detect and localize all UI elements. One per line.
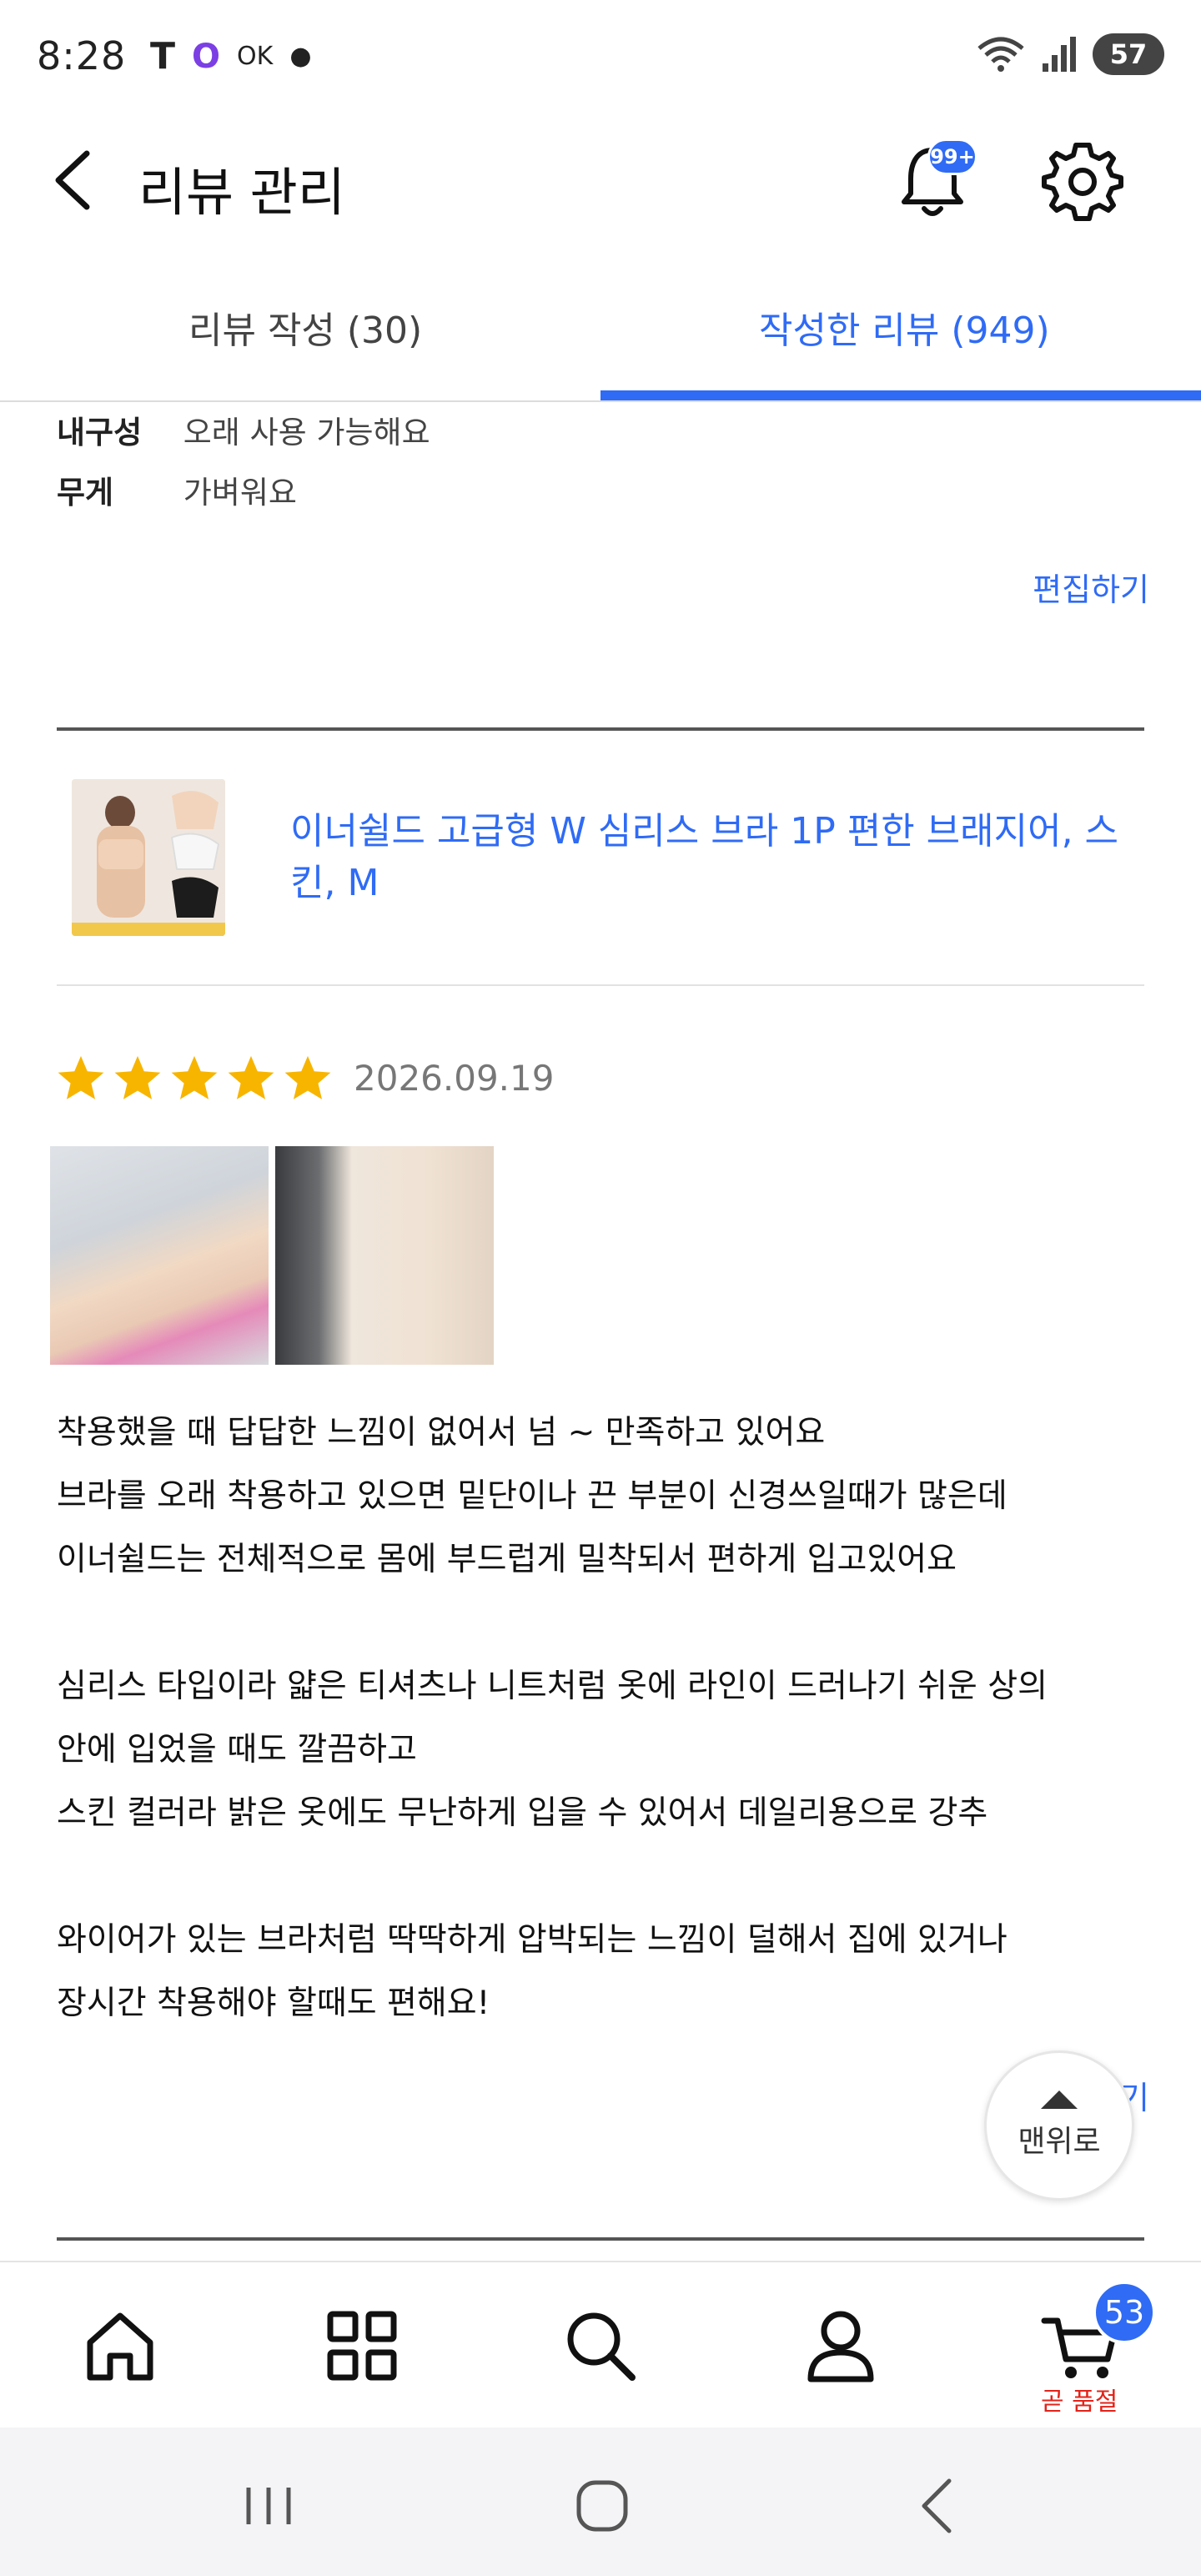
home-icon[interactable] bbox=[78, 2304, 162, 2387]
product-image-illustration bbox=[72, 779, 225, 936]
category-grid-icon[interactable] bbox=[320, 2304, 404, 2387]
attribute-row: 내구성 오래 사용 가능해요 bbox=[57, 407, 430, 452]
ok-app-icon: OK bbox=[237, 42, 274, 71]
bottom-navigation bbox=[0, 2261, 1201, 2428]
edit-review-link[interactable]: 편집하기 bbox=[1033, 564, 1149, 610]
tab-write-review[interactable]: 리뷰 작성 (30) bbox=[188, 300, 422, 354]
system-navigation-bar bbox=[0, 2428, 1201, 2576]
app-header: 리뷰 관리 bbox=[0, 125, 1201, 234]
back-arrow-icon[interactable] bbox=[47, 147, 100, 214]
cart-count-badge: 53 bbox=[1093, 2281, 1156, 2344]
gear-icon[interactable] bbox=[1041, 140, 1124, 224]
attribute-row: 무게 가벼워요 bbox=[57, 467, 297, 512]
active-tab-indicator bbox=[600, 390, 1201, 400]
search-icon[interactable] bbox=[559, 2304, 642, 2387]
home-button-icon[interactable] bbox=[569, 2473, 636, 2539]
attribute-label: 무게 bbox=[57, 475, 114, 511]
review-divider bbox=[57, 2237, 1144, 2241]
battery-indicator: 57 bbox=[1093, 33, 1164, 75]
ring-app-icon: O bbox=[192, 37, 221, 76]
star-icon bbox=[228, 1055, 274, 1099]
attribute-label: 내구성 bbox=[57, 415, 143, 450]
tab-written-reviews[interactable]: 작성한 리뷰 (949) bbox=[759, 300, 1050, 354]
recent-apps-icon[interactable] bbox=[235, 2473, 302, 2539]
cart-soldout-label: 곧 품절 bbox=[1041, 2387, 1118, 2417]
star-icon bbox=[58, 1055, 104, 1099]
scroll-top-button[interactable]: 맨위로 bbox=[984, 2050, 1134, 2201]
back-button-icon[interactable] bbox=[906, 2473, 972, 2539]
status-notification-icons: T O OK ● bbox=[150, 35, 312, 78]
status-time: 8:28 bbox=[37, 33, 127, 78]
review-date: 2026.09.19 bbox=[354, 1058, 555, 1099]
notification-badge: 99+ bbox=[927, 138, 977, 175]
star-icon bbox=[171, 1055, 218, 1099]
dot-icon: ● bbox=[289, 42, 312, 71]
arrow-up-icon bbox=[1041, 2090, 1078, 2109]
wifi-icon bbox=[977, 37, 1024, 72]
status-bar: 8:28 T O OK ● 57 bbox=[0, 0, 1201, 113]
review-body: 착용했을 때 답답한 느낌이 없어서 넘 ~ 만족하고 있어요 브라를 오래 착… bbox=[57, 1414, 1048, 2022]
review-photo[interactable] bbox=[50, 1146, 269, 1365]
product-name-link[interactable]: 이너쉴드 고급형 W 심리스 브라 1P 편한 브래지어, 스킨, M bbox=[290, 806, 1141, 909]
scroll-top-label: 맨위로 bbox=[1018, 2125, 1101, 2159]
profile-icon[interactable] bbox=[799, 2304, 882, 2387]
attribute-value: 가벼워요 bbox=[183, 475, 297, 511]
review-tabs: 리뷰 작성 (30) 작성한 리뷰 (949) bbox=[0, 284, 1201, 402]
star-icon bbox=[114, 1055, 161, 1099]
review-divider bbox=[57, 727, 1144, 731]
star-icon bbox=[284, 1055, 331, 1099]
product-divider bbox=[57, 984, 1144, 986]
status-right: 57 bbox=[976, 33, 1164, 75]
signal-icon bbox=[1043, 37, 1076, 72]
page-title: 리뷰 관리 bbox=[138, 162, 345, 223]
product-thumbnail[interactable] bbox=[72, 779, 225, 936]
review-photo[interactable] bbox=[275, 1146, 494, 1365]
carrier-t-icon: T bbox=[150, 35, 176, 78]
attribute-value: 오래 사용 가능해요 bbox=[183, 415, 430, 450]
star-rating bbox=[55, 1053, 334, 1104]
